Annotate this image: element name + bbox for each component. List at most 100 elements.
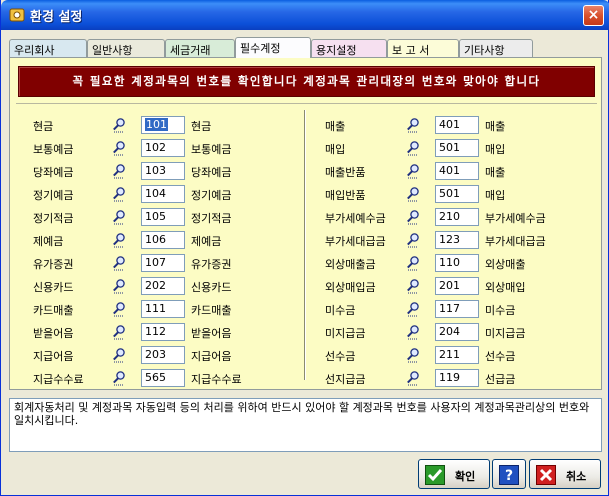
cancel-button[interactable]: 취소 (529, 459, 601, 489)
account-row: 외상매입금 201 외상매입 (325, 277, 605, 295)
account-code-input[interactable]: 103 (141, 162, 185, 180)
magnifier-icon[interactable] (111, 324, 127, 340)
magnifier-icon[interactable] (111, 163, 127, 179)
title-bar[interactable]: 환경 설정 × (1, 0, 609, 30)
magnifier-icon[interactable] (111, 370, 127, 386)
account-row: 미지급금 204 미지급금 (325, 323, 605, 341)
tab-report[interactable]: 보 고 서 (387, 39, 459, 57)
ok-button[interactable]: 확인 (418, 459, 490, 489)
account-row: 제예금 106 제예금 (33, 231, 313, 249)
magnifier-icon[interactable] (111, 140, 127, 156)
magnifier-icon[interactable] (111, 278, 127, 294)
account-code-input[interactable]: 201 (435, 277, 479, 295)
account-name: 미수금 (485, 304, 516, 317)
account-label: 미수금 (325, 304, 356, 317)
account-code-input[interactable]: 203 (141, 346, 185, 364)
account-code-input[interactable]: 501 (435, 185, 479, 203)
account-name: 지급어음 (191, 350, 232, 363)
account-code-input[interactable]: 501 (435, 139, 479, 157)
account-code-input[interactable]: 401 (435, 116, 479, 134)
account-code-value: 501 (439, 141, 460, 154)
account-code-value: 201 (439, 279, 460, 292)
magnifier-icon[interactable] (405, 370, 421, 386)
magnifier-icon[interactable] (405, 163, 421, 179)
account-label: 받을어음 (33, 327, 74, 340)
description-text: 회계자동처리 및 계정과목 자동입력 등의 처리를 위하여 반드시 있어야 할 … (9, 398, 602, 452)
account-code-input[interactable]: 112 (141, 323, 185, 341)
magnifier-icon[interactable] (405, 347, 421, 363)
magnifier-icon[interactable] (111, 209, 127, 225)
account-code-input[interactable]: 401 (435, 162, 479, 180)
account-code-input[interactable]: 104 (141, 185, 185, 203)
window-title: 환경 설정 (30, 10, 83, 25)
magnifier-icon[interactable] (405, 117, 421, 133)
magnifier-icon[interactable] (405, 324, 421, 340)
account-label: 카드매출 (33, 304, 74, 317)
account-label: 미지급금 (325, 327, 366, 340)
magnifier-icon[interactable] (111, 186, 127, 202)
help-button[interactable]: ? (492, 459, 526, 489)
magnifier-icon[interactable] (405, 140, 421, 156)
account-code-input[interactable]: 107 (141, 254, 185, 272)
tab-general[interactable]: 일반사항 (87, 39, 165, 57)
account-name: 매입 (485, 143, 506, 156)
account-code-input[interactable]: 211 (435, 346, 479, 364)
account-code-input[interactable]: 119 (435, 369, 479, 387)
account-row: 선수금 211 선수금 (325, 346, 605, 364)
account-label: 부가세대급금 (325, 235, 386, 248)
account-name: 매입 (485, 189, 506, 202)
magnifier-icon[interactable] (405, 232, 421, 248)
magnifier-icon[interactable] (111, 255, 127, 271)
magnifier-icon[interactable] (111, 301, 127, 317)
account-label: 제예금 (33, 235, 64, 248)
account-code-input[interactable]: 117 (435, 300, 479, 318)
account-row: 정기예금 104 정기예금 (33, 185, 313, 203)
tab-required-accounts[interactable]: 필수계정 (235, 37, 311, 58)
magnifier-icon[interactable] (111, 117, 127, 133)
account-code-value: 105 (145, 210, 166, 223)
cancel-label: 취소 (566, 470, 587, 483)
account-code-value: 401 (439, 118, 460, 131)
account-code-value: 210 (439, 210, 460, 223)
account-code-input[interactable]: 110 (435, 254, 479, 272)
account-code-input[interactable]: 565 (141, 369, 185, 387)
magnifier-icon[interactable] (111, 232, 127, 248)
account-code-value: 204 (439, 325, 460, 338)
account-code-value: 106 (145, 233, 166, 246)
account-code-input[interactable]: 105 (141, 208, 185, 226)
account-code-value: 103 (145, 164, 166, 177)
account-name: 카드매출 (191, 304, 232, 317)
account-code-input[interactable]: 123 (435, 231, 479, 249)
magnifier-icon[interactable] (405, 209, 421, 225)
magnifier-icon[interactable] (405, 255, 421, 271)
account-label: 매출 (325, 120, 346, 133)
account-name: 외상매입 (485, 281, 526, 294)
magnifier-icon[interactable] (405, 186, 421, 202)
account-code-value: 117 (439, 302, 460, 315)
tab-tax[interactable]: 세금거래 (165, 39, 235, 57)
account-name: 정기예금 (191, 189, 232, 202)
close-button[interactable]: × (583, 5, 604, 26)
tab-company[interactable]: 우리회사 (9, 39, 87, 57)
account-code-input[interactable]: 101 (141, 116, 185, 134)
magnifier-icon[interactable] (111, 347, 127, 363)
account-code-input[interactable]: 210 (435, 208, 479, 226)
account-code-input[interactable]: 111 (141, 300, 185, 318)
account-name: 매출 (485, 120, 506, 133)
tab-etc[interactable]: 기타사항 (459, 39, 533, 57)
account-code-value: 111 (145, 302, 166, 315)
magnifier-icon[interactable] (405, 301, 421, 317)
tab-paper[interactable]: 용지설정 (311, 39, 387, 57)
account-label: 매출반품 (325, 166, 366, 179)
account-row: 받을어음 112 받을어음 (33, 323, 313, 341)
required-accounts-panel: 꼭 필요한 계정과목의 번호를 확인합니다 계정과목 관리대장의 번호와 맞아야… (9, 57, 602, 390)
account-code-input[interactable]: 204 (435, 323, 479, 341)
account-name: 선수금 (485, 350, 516, 363)
account-name: 부가세예수금 (485, 212, 546, 225)
account-code-input[interactable]: 202 (141, 277, 185, 295)
account-code-value: 112 (145, 325, 166, 338)
account-code-input[interactable]: 106 (141, 231, 185, 249)
magnifier-icon[interactable] (405, 278, 421, 294)
account-code-input[interactable]: 102 (141, 139, 185, 157)
account-label: 신용카드 (33, 281, 74, 294)
